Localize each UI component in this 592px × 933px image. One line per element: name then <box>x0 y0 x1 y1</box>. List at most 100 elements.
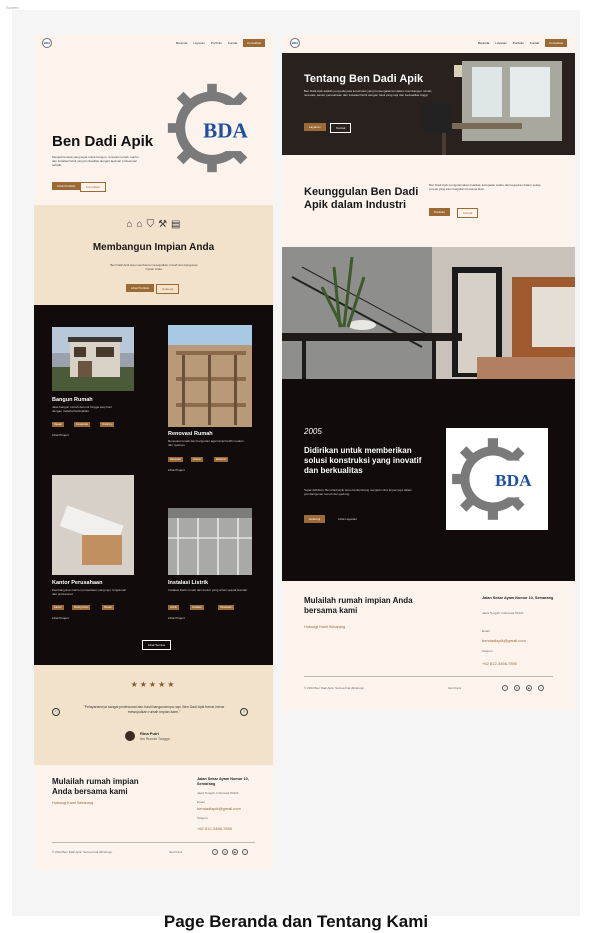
footer-phone-label: Telepon <box>197 816 208 820</box>
nav-link-portfolio[interactable]: Portfolio <box>211 41 222 45</box>
card-tag[interactable]: Listrik <box>168 605 179 610</box>
page-caption: Page Beranda dan Tentang Kami <box>163 912 429 931</box>
about-hero-title: Tentang Ben Dadi Apik <box>304 73 424 85</box>
twitter-icon[interactable]: t <box>242 849 248 855</box>
footer-email[interactable]: bendadiapik@gmail.com <box>197 806 241 811</box>
build-text: Ben Dadi Apik siap membantu mewujudkan r… <box>110 263 198 271</box>
bda-logo: BDA <box>162 80 262 176</box>
card-tag[interactable]: Desain <box>52 422 65 427</box>
card-title-renovasi: Renovasi Rumah <box>168 431 213 437</box>
about-contact-button[interactable]: Kontak <box>330 123 352 133</box>
nav-link-beranda[interactable]: Beranda <box>176 41 187 45</box>
footer-email-label: Email <box>197 800 205 804</box>
footer-contact-link[interactable]: Hubungi Kami Sekarang <box>304 625 345 629</box>
card-title-listrik: Instalasi Listrik <box>168 580 209 586</box>
youtube-icon[interactable]: ▶ <box>232 849 238 855</box>
card-tag[interactable]: Instalasi <box>190 605 204 610</box>
svg-text:BDA: BDA <box>495 471 532 490</box>
card-tag[interactable]: Konstruksi <box>74 422 91 427</box>
electric-photo <box>168 508 252 575</box>
living-room-image <box>282 247 575 379</box>
build-portfolio-button[interactable]: Lihat Portfolio <box>126 284 155 292</box>
card-tag[interactable]: Renovasi <box>168 457 183 462</box>
build-title: Membangun Impian Anda <box>92 242 215 253</box>
prev-arrow-icon[interactable]: ‹ <box>52 708 60 716</box>
avatar <box>125 731 135 741</box>
advantage-text: Ben Dadi Apik mengutamakan kualitas, ket… <box>429 183 541 191</box>
card-more-link[interactable]: Lihat Project <box>52 433 69 437</box>
advantage-contact-button[interactable]: Kontak <box>457 208 479 218</box>
house-icon: ⌂ <box>126 219 133 230</box>
twitter-icon[interactable]: t <box>538 685 544 691</box>
footer-phone[interactable]: +62 812-3456-7890 <box>482 661 517 666</box>
testimonial-quote: "Pelayanannya sangat profesional dan has… <box>83 705 225 714</box>
history-services-link[interactable]: Lihat Layanan <box>338 517 357 521</box>
instagram-icon[interactable]: ◎ <box>222 849 228 855</box>
testimonial-section: ★★★★★ ‹ "Pelayanannya sangat profesional… <box>34 665 273 765</box>
facebook-icon[interactable]: f <box>502 685 508 691</box>
history-contact-button[interactable]: Hubungi <box>304 515 326 523</box>
history-text: Sejak didirikan, Ben Dadi Apik terus ber… <box>304 488 412 496</box>
card-desc-renovasi: Renovasi rumah dan bangunan agar tampil … <box>168 439 244 447</box>
see-all-button[interactable]: Lihat Semua <box>142 640 171 650</box>
hero-consult-button[interactable]: Konsultasi <box>80 182 106 192</box>
facebook-icon[interactable]: f <box>212 849 218 855</box>
card-tag[interactable]: Eksterior <box>214 457 229 462</box>
service-icons: ⌂ ⌂ ⛉ ⚒ ▤ <box>34 219 273 230</box>
footer-email[interactable]: bendadiapik@gmail.com <box>482 638 526 643</box>
card-image-kantor[interactable] <box>52 475 134 575</box>
footer-email-label: Email <box>482 629 490 633</box>
top-nav: BDA Beranda Layanan Portfolio Kontak Kon… <box>34 35 273 51</box>
nav-cta-button[interactable]: Konsultasi <box>243 39 265 47</box>
card-tag[interactable]: Ruang Kerja <box>72 605 91 610</box>
footer-address-sub: Jawa Tengah, Indonesia 50123 <box>197 791 239 795</box>
advantage-title: Keunggulan Ben Dadi Apik dalam Industri <box>304 186 419 211</box>
card-desc-bangun: Jasa bangun rumah dari nol hingga siap h… <box>52 405 112 413</box>
footer-title: Mulailah rumah impian Anda bersama kami <box>304 596 413 615</box>
nav-logo[interactable]: BDA <box>290 38 300 48</box>
home-icon: ⌂ <box>136 219 143 230</box>
person-role: Ibu Rumah Tangga <box>140 737 170 741</box>
person-name: Rina Putri <box>140 731 159 736</box>
tools-icon: ⚒ <box>158 219 168 230</box>
renovation-photo <box>168 325 252 427</box>
footer-divider <box>304 676 553 677</box>
next-arrow-icon[interactable]: › <box>240 708 248 716</box>
card-image-bangun[interactable] <box>52 327 134 391</box>
shield-icon: ⛉ <box>146 219 155 230</box>
card-more-link[interactable]: Lihat Project <box>168 616 185 620</box>
youtube-icon[interactable]: ▶ <box>526 685 532 691</box>
card-tag[interactable]: Kantor <box>52 605 64 610</box>
nav-link-beranda[interactable]: Beranda <box>478 41 489 45</box>
card-tag[interactable]: Perawatan <box>218 605 235 610</box>
interior-photo <box>282 247 575 379</box>
footer-contact-link[interactable]: Hubungi Kami Sekarang <box>52 801 93 805</box>
rating-stars: ★★★★★ <box>130 680 177 689</box>
card-tag[interactable]: Interior <box>191 457 204 462</box>
nav-link-portfolio[interactable]: Portfolio <box>513 41 524 45</box>
nav-link-layanan[interactable]: Layanan <box>193 41 205 45</box>
card-tag[interactable]: Finishing <box>100 422 115 427</box>
about-services-button[interactable]: Layanan <box>304 123 326 131</box>
advantage-portfolio-button[interactable]: Portfolio <box>429 208 451 216</box>
copyright: © 2024 Ben Dadi Apik. Semua hak dilindun… <box>304 686 365 690</box>
card-more-link[interactable]: Lihat Project <box>52 616 69 620</box>
footer-phone[interactable]: +62 812-3456-7890 <box>197 826 232 831</box>
footer-phone-label: Telepon <box>482 649 493 653</box>
nav-link-kontak[interactable]: Kontak <box>530 41 539 45</box>
card-tag[interactable]: Desain <box>102 605 115 610</box>
nav-logo[interactable]: BDA <box>42 38 52 48</box>
footer-address: Jalan Sekar Ayam Nomor 10, Semarang <box>482 596 554 600</box>
footer-divider <box>52 842 255 843</box>
build-contact-button[interactable]: Hubungi <box>156 284 180 294</box>
nav-cta-button[interactable]: Konsultasi <box>545 39 567 47</box>
card-image-listrik[interactable] <box>168 508 252 575</box>
card-title-kantor: Kantor Perusahaan <box>52 580 103 586</box>
card-more-link[interactable]: Lihat Project <box>168 468 185 472</box>
hero-portfolio-button[interactable]: Lihat Portfolio <box>52 182 81 190</box>
instagram-icon[interactable]: ◎ <box>514 685 520 691</box>
card-image-renovasi[interactable] <box>168 325 252 427</box>
nav-link-layanan[interactable]: Layanan <box>495 41 507 45</box>
nav-link-kontak[interactable]: Kontak <box>228 41 237 45</box>
copyright: © 2024 Ben Dadi Apik. Semua hak dilindun… <box>52 850 113 854</box>
